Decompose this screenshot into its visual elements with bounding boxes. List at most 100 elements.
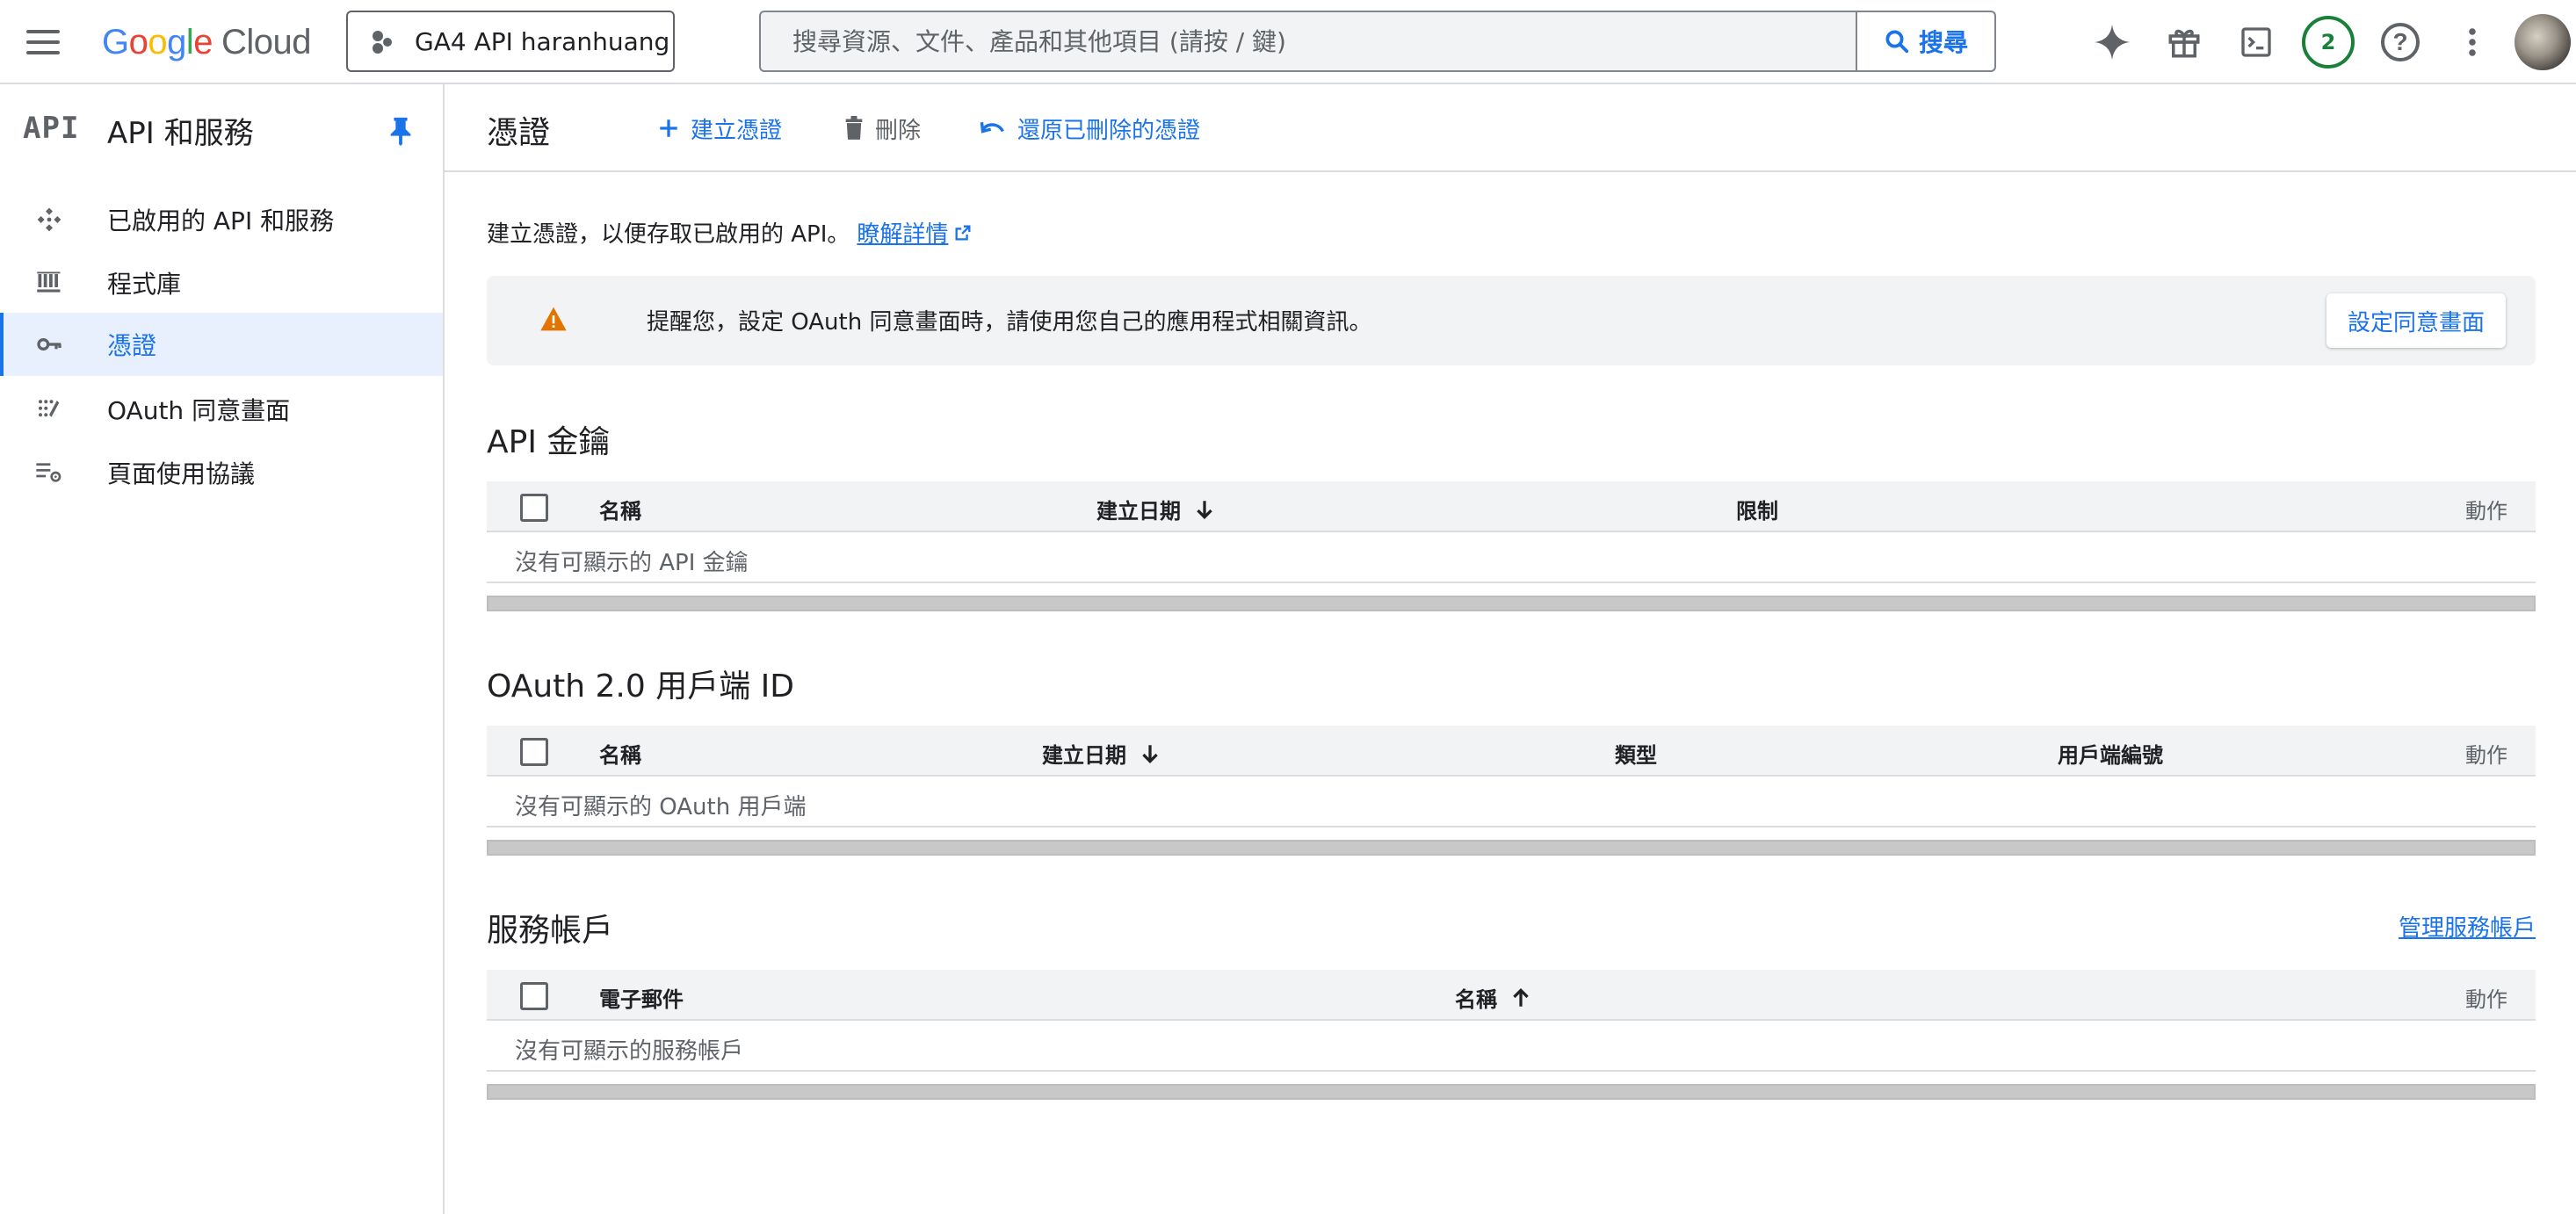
column-created-date[interactable]: 建立日期 xyxy=(1042,738,1161,769)
search-icon xyxy=(1885,30,1909,54)
sidebar-item-library[interactable]: 程式庫 xyxy=(0,251,443,314)
column-actions: 動作 xyxy=(2465,982,2507,1013)
column-client-id[interactable]: 用戶端編號 xyxy=(2058,738,2163,769)
select-all-checkbox[interactable] xyxy=(520,982,548,1010)
column-label: 類型 xyxy=(1615,743,1657,768)
service-accounts-table: 電子郵件 名稱 動作 沒有可顯示的服務帳戶 xyxy=(487,970,2536,1100)
sidebar-item-label: 頁面使用協議 xyxy=(107,459,256,488)
project-picker-button[interactable]: GA4 API haranhuang xyxy=(346,11,675,72)
library-icon xyxy=(35,269,63,297)
api-keys-title: API 金鑰 xyxy=(487,424,611,460)
top-bar: GoogleCloud GA4 API haranhuang 搜尋 2 ? xyxy=(0,0,2576,84)
sidebar-item-label: 憑證 xyxy=(107,331,157,360)
api-logo-icon: API xyxy=(23,111,80,146)
select-all-checkbox[interactable] xyxy=(520,738,548,766)
column-label: 建立日期 xyxy=(1096,499,1181,524)
warning-icon xyxy=(540,307,567,331)
column-label: 用戶端編號 xyxy=(2058,743,2163,768)
oauth-reminder-banner: 提醒您，設定 OAuth 同意畫面時，請使用您自己的應用程式相關資訊。 設定同意… xyxy=(487,276,2536,365)
sidebar: API API 和服務 已啟用的 API 和服務 程式庫 憑證 OAuth 同意… xyxy=(0,84,445,1214)
column-label: 限制 xyxy=(1736,499,1778,524)
google-cloud-logo[interactable]: Go o g l e Cloud xyxy=(102,16,312,69)
top-actions: 2 ? xyxy=(2082,12,2576,72)
horizontal-scrollbar[interactable] xyxy=(487,1084,2536,1100)
main-menu-icon[interactable] xyxy=(25,25,62,60)
arrow-down-icon xyxy=(1142,744,1158,763)
key-icon xyxy=(35,330,63,358)
sidebar-title: API 和服務 xyxy=(107,116,254,151)
column-actions: 動作 xyxy=(2465,494,2507,524)
column-label: 動作 xyxy=(2465,499,2507,524)
arrow-down-icon xyxy=(1197,500,1212,519)
oauth-dots-icon xyxy=(35,395,63,423)
gemini-sparkle-icon[interactable] xyxy=(2082,12,2142,72)
sidebar-item-page-usage[interactable]: 頁面使用協議 xyxy=(0,441,443,504)
sidebar-item-label: 程式庫 xyxy=(107,270,182,299)
search-button[interactable]: 搜尋 xyxy=(1856,12,1994,70)
settings-list-icon xyxy=(35,459,63,487)
trash-icon xyxy=(845,116,863,140)
restore-deleted-button[interactable]: 還原已刪除的憑證 xyxy=(979,111,1200,146)
configure-consent-button[interactable]: 設定同意畫面 xyxy=(2326,293,2506,348)
pin-icon[interactable] xyxy=(388,116,413,146)
api-hub-icon xyxy=(35,206,63,234)
gift-icon[interactable] xyxy=(2154,12,2214,72)
arrow-up-icon xyxy=(1513,987,1529,1007)
search-bar: 搜尋 xyxy=(759,11,1996,72)
column-label: 電子郵件 xyxy=(599,987,684,1012)
reminder-message: 提醒您，設定 OAuth 同意畫面時，請使用您自己的應用程式相關資訊。 xyxy=(647,309,1372,336)
sidebar-item-oauth-consent[interactable]: OAuth 同意畫面 xyxy=(0,378,443,441)
table-row: 沒有可顯示的 API 金鑰 xyxy=(487,532,2536,583)
horizontal-scrollbar[interactable] xyxy=(487,596,2536,611)
column-actions: 動作 xyxy=(2465,738,2507,769)
intro-text: 建立憑證，以便存取已啟用的 API。 瞭解詳情 xyxy=(487,216,973,249)
help-button[interactable]: ? xyxy=(2370,12,2430,72)
more-vert-icon[interactable] xyxy=(2442,12,2502,72)
column-email[interactable]: 電子郵件 xyxy=(599,982,684,1013)
intro-message: 建立憑證，以便存取已啟用的 API。 xyxy=(487,221,850,248)
sidebar-item-enabled-apis[interactable]: 已啟用的 API 和服務 xyxy=(0,188,443,251)
column-name[interactable]: 名稱 xyxy=(599,494,641,524)
cloud-shell-icon[interactable] xyxy=(2226,12,2286,72)
page-title: 憑證 xyxy=(487,115,551,151)
project-name: GA4 API haranhuang xyxy=(415,26,670,56)
project-dots-icon xyxy=(371,29,395,54)
create-credentials-button[interactable]: 建立憑證 xyxy=(657,111,782,146)
manage-service-accounts-link[interactable]: 管理服務帳戶 xyxy=(2399,910,2536,943)
search-input[interactable] xyxy=(761,12,1856,70)
select-all-checkbox[interactable] xyxy=(520,494,548,522)
column-created-date[interactable]: 建立日期 xyxy=(1096,494,1216,524)
column-name[interactable]: 名稱 xyxy=(1455,982,1532,1013)
column-restrictions: 限制 xyxy=(1736,494,1778,524)
column-label: 名稱 xyxy=(1455,987,1497,1012)
table-header: 電子郵件 名稱 動作 xyxy=(487,970,2536,1021)
column-type[interactable]: 類型 xyxy=(1615,738,1657,769)
horizontal-scrollbar[interactable] xyxy=(487,840,2536,856)
table-header: 名稱 建立日期 限制 動作 xyxy=(487,481,2536,532)
restore-deleted-label: 還原已刪除的憑證 xyxy=(1017,117,1201,144)
table-header: 名稱 建立日期 類型 用戶端編號 動作 xyxy=(487,726,2536,777)
service-accounts-title: 服務帳戶 xyxy=(487,913,614,949)
column-label: 名稱 xyxy=(599,743,641,768)
learn-more-link[interactable]: 瞭解詳情 xyxy=(857,216,973,249)
account-avatar[interactable] xyxy=(2514,14,2571,70)
empty-message: 沒有可顯示的 API 金鑰 xyxy=(515,550,749,576)
sidebar-header: API API 和服務 xyxy=(0,84,443,172)
column-name[interactable]: 名稱 xyxy=(599,738,641,769)
search-button-label: 搜尋 xyxy=(1918,28,1968,57)
sidebar-item-label: 已啟用的 API 和服務 xyxy=(107,206,335,235)
delete-label: 刪除 xyxy=(875,117,922,144)
external-link-icon xyxy=(955,225,971,240)
plus-icon xyxy=(660,119,677,137)
main-content: 憑證 建立憑證 刪除 還原已刪除的憑證 建立憑證，以便存取已啟用的 API。 瞭… xyxy=(445,84,2576,1214)
empty-message: 沒有可顯示的服務帳戶 xyxy=(515,1038,744,1065)
table-row: 沒有可顯示的服務帳戶 xyxy=(487,1021,2536,1072)
delete-button[interactable]: 刪除 xyxy=(843,111,921,146)
sidebar-item-credentials[interactable]: 憑證 xyxy=(0,313,443,376)
create-credentials-label: 建立憑證 xyxy=(691,117,783,144)
notifications-badge[interactable]: 2 xyxy=(2298,12,2358,72)
sidebar-item-label: OAuth 同意畫面 xyxy=(107,396,291,425)
oauth-clients-table: 名稱 建立日期 類型 用戶端編號 動作 沒有可顯示的 OAuth 用戶端 xyxy=(487,726,2536,856)
action-bar: 憑證 建立憑證 刪除 還原已刪除的憑證 xyxy=(445,84,2576,172)
column-label: 動作 xyxy=(2465,743,2507,768)
